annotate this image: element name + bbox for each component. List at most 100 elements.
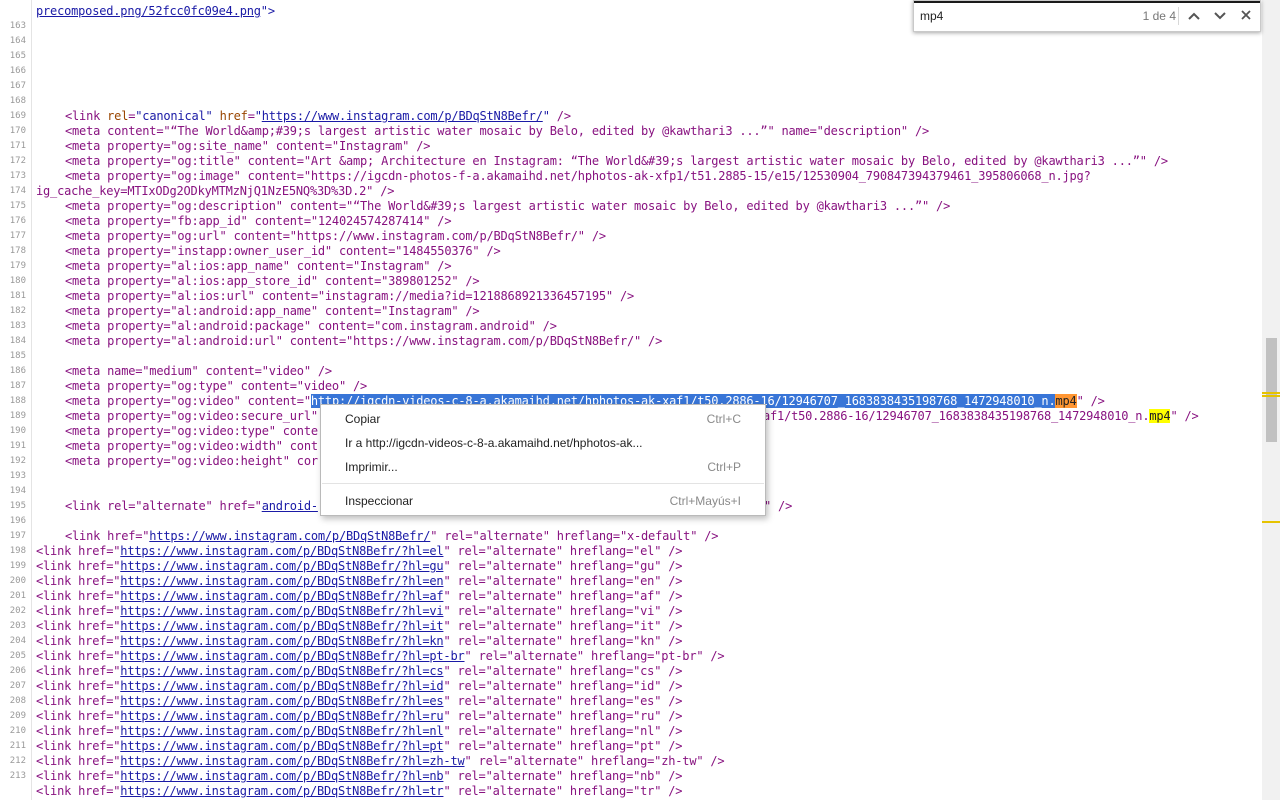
source-link[interactable]: https://www.instagram.com/p/BDqStN8Befr/… [120,784,443,798]
menu-item-copy[interactable]: Copiar Ctrl+C [321,408,765,430]
alternate-link-line: <link href="https://www.instagram.com/p/… [36,589,683,604]
source-link[interactable]: https://www.instagram.com/p/BDqStN8Befr/ [149,529,430,543]
source-text: " /> [654,559,683,573]
source-link[interactable]: https://www.instagram.com/p/BDqStN8Befr/… [120,574,443,588]
source-link[interactable]: https://www.instagram.com/p/BDqStN8Befr/… [120,769,443,783]
source-text: " rel="alternate" hreflang=" [443,589,641,603]
source-text: " /> [654,784,683,798]
chevron-down-icon [1214,9,1226,23]
line-number: 187 [9,381,26,391]
line-number: 199 [9,561,26,571]
line-number: 186 [9,366,26,376]
alternate-link-line: <link href="https://www.instagram.com/p/… [36,754,725,769]
hreflang-value: en [640,574,655,588]
source-text: " /> [654,769,683,783]
source-text: " rel="alternate" hreflang=" [443,769,641,783]
source-link[interactable]: https://www.instagram.com/p/BDqStN8Befr/… [120,709,443,723]
source-text: " rel="alternate" hreflang=" [443,634,641,648]
search-match: mp4 [1149,409,1171,423]
hreflang-value: nl [640,724,655,738]
line-number: 170 [9,126,26,136]
source-link[interactable]: https://www.instagram.com/p/BDqStN8Befr/… [120,619,443,633]
find-next-button[interactable] [1208,5,1232,27]
search-match-marker [1262,392,1280,394]
source-line: <meta property="al:android:app_name" con… [65,304,480,318]
scrollbar-thumb[interactable] [1266,338,1277,442]
source-line-canonical: <link rel="canonical" href="https://www.… [65,109,571,123]
line-number: 184 [9,336,26,346]
hreflang-value: nb [640,769,655,783]
source-text: <link href=" [36,559,121,573]
line-number: 166 [9,66,26,76]
line-number: 164 [9,36,26,46]
line-number: 172 [9,156,26,166]
hreflang-value: pt [640,739,655,753]
source-link[interactable]: https://www.instagram.com/p/BDqStN8Befr/ [262,109,543,123]
line-number: 190 [9,426,26,436]
source-link[interactable]: https://www.instagram.com/p/BDqStN8Befr/… [120,724,443,738]
source-viewer[interactable]: 163 164 165 166 167 168 169 170 171 172 173 174 175 1… [0,0,1262,800]
source-line: <meta property="al:android:package" cont… [65,319,557,333]
alternate-link-line: <link href="https://www.instagram.com/p/… [36,544,683,559]
source-text: <link href=" [36,664,121,678]
source-link[interactable]: https://www.instagram.com/p/BDqStN8Befr/… [120,544,443,558]
source-line: <meta content="“The World&amp;#39;s larg… [65,124,930,138]
vertical-scrollbar[interactable] [1262,0,1280,800]
source-text: " rel="alternate" hreflang=" [443,709,641,723]
find-bar: 1 de 4 [913,0,1261,32]
line-number: 185 [9,351,26,361]
line-number: 177 [9,231,26,241]
source-text: " /> [654,589,683,603]
source-line-x-default: <link href="https://www.instagram.com/p/… [65,529,719,544]
source-line: <meta property="og:video:type" conte [65,424,318,438]
context-menu: Copiar Ctrl+C Ir a http://igcdn-videos-c… [320,404,766,516]
source-link[interactable]: https://www.instagram.com/p/BDqStN8Befr/… [120,634,443,648]
source-text: " rel="alternate" hreflang=" [443,559,641,573]
menu-item-go-to-url[interactable]: Ir a http://igcdn-videos-c-8-a.akamaihd.… [321,432,765,454]
source-link[interactable]: https://www.instagram.com/p/BDqStN8Befr/… [120,649,464,663]
source-link[interactable]: https://www.instagram.com/p/BDqStN8Befr/… [120,679,443,693]
alternate-link-line: <link href="https://www.instagram.com/p/… [36,679,683,694]
source-link[interactable]: https://www.instagram.com/p/BDqStN8Befr/… [120,739,443,753]
alternate-link-line: <link href="https://www.instagram.com/p/… [36,574,683,589]
source-line: <meta property="og:video:width" cont [65,439,318,453]
menu-item-print[interactable]: Imprimir... Ctrl+P [321,456,765,478]
source-text: " /> [654,619,683,633]
source-link[interactable]: https://www.instagram.com/p/BDqStN8Befr/… [120,589,443,603]
source-link[interactable]: https://www.instagram.com/p/BDqStN8Befr/… [120,694,443,708]
line-number: 178 [9,246,26,256]
alternate-link-line: <link href="https://www.instagram.com/p/… [36,649,725,664]
source-line: <meta name="medium" content="video" /> [65,364,332,378]
line-number: 173 [9,171,26,181]
source-link[interactable]: https://www.instagram.com/p/BDqStN8Befr/… [120,604,443,618]
source-link[interactable]: precomposed.png/52fcc0fc09e4.png [36,4,261,18]
hreflang-value: ru [640,709,655,723]
hreflang-value: gu [640,559,655,573]
source-text: " rel="alternate" hreflang=" [443,724,641,738]
find-input[interactable] [920,6,1126,26]
source-text: " rel="alternate" hreflang=" [443,739,641,753]
source-link[interactable]: https://www.instagram.com/p/BDqStN8Befr/… [120,754,464,768]
source-line-tail: af1/t50.2886-16/12946707_168383843519876… [763,409,1199,424]
find-close-button[interactable] [1234,5,1258,27]
source-text: <link href=" [36,634,121,648]
hreflang-value: pt-br [661,649,697,663]
source-text: <link href=" [36,619,121,633]
hreflang-value: es [640,694,655,708]
hreflang-value: af [640,589,655,603]
source-text: <meta property="og:video" content=" [65,394,311,408]
source-line: <meta property="og:video:height" cor [65,454,318,468]
source-text: <link href=" [36,649,121,663]
source-link[interactable]: https://www.instagram.com/p/BDqStN8Befr/… [120,664,443,678]
line-number-gutter: 163 164 165 166 167 168 169 170 171 172 173 174 175 1… [0,0,32,800]
source-link[interactable]: android- [262,499,318,513]
active-search-match: mp4 [1055,394,1077,408]
find-previous-button[interactable] [1182,5,1206,27]
line-number: 210 [9,726,26,736]
menu-item-label: Imprimir... [345,460,398,474]
line-number: 212 [9,756,26,766]
line-number: 194 [9,486,26,496]
menu-item-inspect[interactable]: Inspeccionar Ctrl+Mayús+I [321,490,765,512]
alternate-link-line: <link href="https://www.instagram.com/p/… [36,664,683,679]
source-link[interactable]: https://www.instagram.com/p/BDqStN8Befr/… [120,559,443,573]
